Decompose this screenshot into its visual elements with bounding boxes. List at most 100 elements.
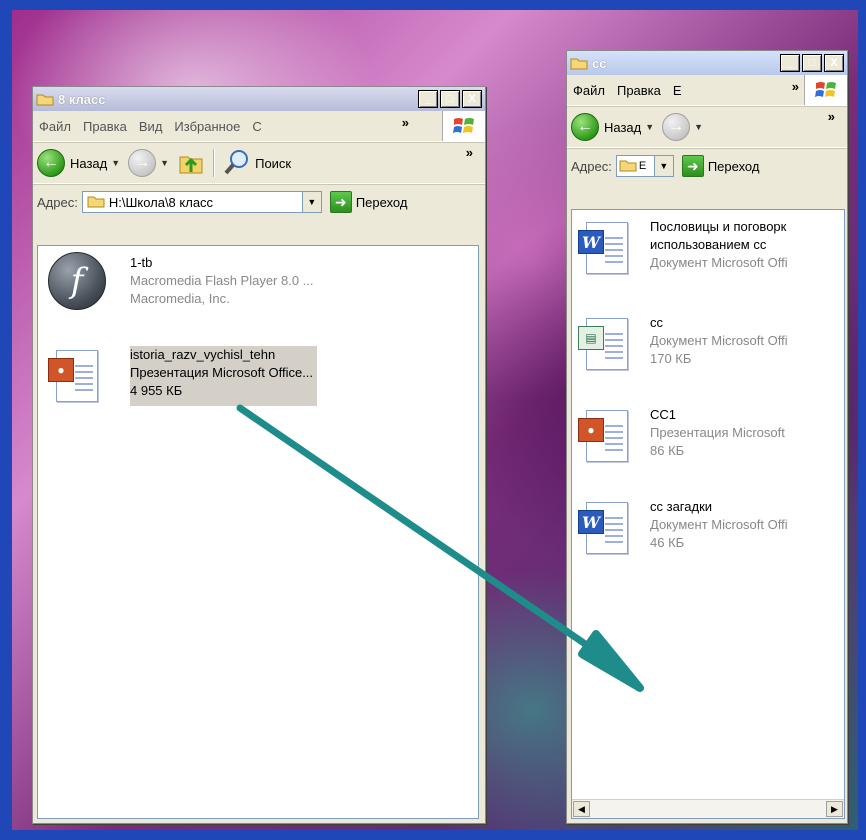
back-button[interactable]: ← Назад ▼	[33, 149, 124, 177]
address-field[interactable]: H:\Школа\8 класс ▼	[81, 191, 322, 213]
file-item-istoria[interactable]: ● istoria_razv_vychisl_tehn Презентация …	[46, 346, 318, 406]
address-dropdown-icon[interactable]: ▼	[653, 156, 673, 176]
back-arrow-icon: ←	[571, 113, 599, 141]
maximize-button[interactable]: □	[802, 54, 822, 72]
search-label: Поиск	[255, 155, 292, 171]
address-dropdown-icon[interactable]: ▼	[301, 192, 321, 212]
minimize-button[interactable]: _	[418, 90, 438, 108]
back-dropdown-icon[interactable]: ▼	[645, 122, 654, 132]
go-label: Переход	[355, 194, 408, 210]
toolbar-overflow-chevron[interactable]: »	[824, 109, 839, 124]
title-bar[interactable]: cc _ □ X	[567, 51, 847, 75]
back-label: Назад	[70, 155, 108, 171]
back-label: Назад	[604, 119, 642, 135]
explorer-window-8-klass: 8 класс _ □ X Файл Правка Вид Избранное …	[32, 86, 486, 824]
address-field[interactable]: E ▼	[615, 155, 674, 177]
menu-edit[interactable]: Правка	[77, 119, 133, 134]
close-button[interactable]: X	[462, 90, 482, 108]
file-item-cc1[interactable]: ● CC1 Презентация Microsoft 86 КБ	[576, 406, 785, 466]
menu-favorites[interactable]: Избранное	[168, 119, 246, 134]
title-bar[interactable]: 8 класс _ □ X	[33, 87, 485, 111]
file-type: Презентация Microsoft	[650, 425, 785, 440]
toolbar: ← Назад ▼ → ▼ Поиск »	[33, 142, 485, 184]
powerpoint-icon: ●	[46, 346, 106, 406]
windows-logo-icon	[442, 111, 485, 141]
address-bar: Адрес: H:\Школа\8 класс ▼ ➜ Переход	[33, 184, 485, 219]
toolbar: ← Назад ▼ → ▼ »	[567, 106, 847, 148]
word-icon: W	[576, 218, 636, 278]
file-size: 170 КБ	[650, 351, 692, 366]
back-button[interactable]: ← Назад ▼	[567, 113, 658, 141]
back-arrow-icon: ←	[37, 149, 65, 177]
file-type: Документ Microsoft Offi	[650, 517, 788, 532]
forward-button[interactable]: → ▼	[658, 113, 707, 141]
publisher-icon: ▤	[576, 314, 636, 374]
folder-icon	[36, 92, 54, 106]
menu-view[interactable]: Е	[667, 83, 688, 98]
menu-file[interactable]: Файл	[33, 119, 77, 134]
toolbar-overflow-chevron[interactable]: »	[462, 145, 477, 160]
toolbar-separator	[213, 149, 216, 177]
file-item-cc-zagadki[interactable]: W сс загадки Документ Microsoft Offi 46 …	[576, 498, 788, 558]
go-arrow-icon: ➜	[329, 191, 352, 213]
menu-bar: Файл Правка Е »	[567, 75, 847, 106]
file-name: 1-tb	[130, 255, 153, 270]
close-button[interactable]: X	[824, 54, 844, 72]
up-folder-button[interactable]	[173, 148, 209, 179]
file-item-1-tb[interactable]: f 1-tb Macromedia Flash Player 8.0 ... M…	[46, 250, 314, 310]
go-button[interactable]: ➜ Переход	[681, 155, 759, 177]
file-size: 4 955 КБ	[130, 383, 183, 398]
horizontal-scrollbar[interactable]: ◀ ▶	[572, 799, 844, 818]
flash-icon: f	[46, 250, 106, 310]
file-list-area[interactable]: f 1-tb Macromedia Flash Player 8.0 ... M…	[37, 245, 479, 819]
forward-button[interactable]: → ▼	[124, 149, 173, 177]
file-item-poslovitsy[interactable]: W Пословицы и поговорк использованием сс…	[576, 218, 788, 278]
word-icon: W	[576, 498, 636, 558]
file-name: cc	[650, 315, 663, 330]
back-dropdown-icon[interactable]: ▼	[111, 158, 120, 168]
forward-arrow-icon: →	[662, 113, 691, 141]
file-type: Документ Microsoft Offi	[650, 333, 788, 348]
window-title: 8 класс	[58, 91, 106, 107]
file-name: Пословицы и поговорк	[650, 219, 787, 234]
menu-overflow-chevron[interactable]: »	[398, 115, 413, 130]
windows-logo-icon	[804, 75, 847, 105]
menu-overflow-chevron[interactable]: »	[788, 79, 803, 94]
scroll-right-icon[interactable]: ▶	[826, 801, 843, 817]
forward-dropdown-icon[interactable]: ▼	[160, 158, 169, 168]
folder-icon	[570, 56, 588, 70]
up-folder-icon	[177, 148, 205, 179]
go-button[interactable]: ➜ Переход	[329, 191, 408, 213]
forward-dropdown-icon[interactable]: ▼	[694, 122, 703, 132]
maximize-button[interactable]: □	[440, 90, 460, 108]
folder-icon	[619, 158, 637, 175]
file-name: istoria_razv_vychisl_tehn	[130, 347, 276, 362]
file-name-cont: использованием сс	[650, 237, 767, 252]
address-label: Адрес:	[37, 194, 78, 210]
menu-edit[interactable]: Правка	[611, 83, 667, 98]
menu-file[interactable]: Файл	[567, 83, 611, 98]
file-type: Macromedia Flash Player 8.0 ...	[130, 273, 314, 288]
menu-bar: Файл Правка Вид Избранное С »	[33, 111, 485, 142]
explorer-window-cc: cc _ □ X Файл Правка Е » ← Назад ▼ → ▼ »…	[566, 50, 848, 824]
file-company: Macromedia, Inc.	[130, 291, 230, 306]
file-size: 86 КБ	[650, 443, 685, 458]
forward-arrow-icon: →	[128, 149, 157, 177]
powerpoint-icon: ●	[576, 406, 636, 466]
minimize-button[interactable]: _	[780, 54, 800, 72]
address-value: E	[638, 160, 647, 172]
file-name: сс загадки	[650, 499, 713, 514]
menu-view[interactable]: Вид	[133, 119, 169, 134]
file-list-area[interactable]: W Пословицы и поговорк использованием сс…	[571, 209, 845, 819]
menu-service[interactable]: С	[246, 119, 267, 134]
file-item-cc[interactable]: ▤ cc Документ Microsoft Offi 170 КБ	[576, 314, 788, 374]
go-arrow-icon: ➜	[681, 155, 704, 177]
file-size: 46 КБ	[650, 535, 685, 550]
address-bar: Адрес: E ▼ ➜ Переход	[567, 148, 847, 183]
search-button[interactable]: Поиск	[219, 148, 295, 179]
address-value: H:\Школа\8 класс	[108, 194, 214, 210]
scroll-left-icon[interactable]: ◀	[573, 801, 590, 817]
file-name: CC1	[650, 407, 677, 422]
file-type: Документ Microsoft Offi	[650, 255, 788, 270]
search-icon	[223, 148, 251, 179]
